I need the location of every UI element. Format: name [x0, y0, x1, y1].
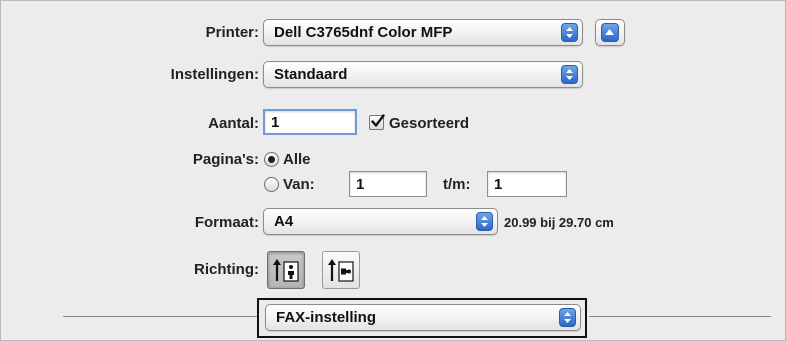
paper-size-popup[interactable]: A4	[263, 208, 498, 235]
popup-arrows-icon	[559, 308, 576, 327]
paper-size-label: Formaat:	[194, 214, 259, 231]
popup-arrows-icon	[561, 65, 578, 84]
pages-to-value: 1	[494, 176, 503, 193]
pages-from-label: Van:	[283, 176, 315, 193]
printer-value: Dell C3765dnf Color MFP	[274, 24, 453, 41]
print-dialog: Printer: Dell C3765dnf Color MFP Instell…	[0, 0, 786, 341]
orientation-label: Richting:	[194, 261, 259, 278]
paper-dimensions: 20.99 bij 29.70 cm	[504, 215, 614, 230]
pages-from-value: 1	[356, 176, 365, 193]
pages-from-radio[interactable]	[264, 177, 279, 192]
pages-all-label: Alle	[283, 151, 311, 168]
popup-arrows-icon	[561, 23, 578, 42]
settings-label: Instellingen:	[170, 66, 259, 83]
copies-value: 1	[271, 114, 280, 131]
pages-from-input[interactable]: 1	[349, 171, 427, 197]
paper-size-value: A4	[274, 213, 294, 230]
portrait-button[interactable]	[267, 251, 305, 289]
separator-left	[63, 316, 259, 317]
collate-label: Gesorteerd	[389, 115, 470, 132]
pages-all-radio[interactable]	[264, 152, 279, 167]
printer-label: Printer:	[205, 24, 259, 41]
portrait-icon	[273, 259, 299, 282]
panel-popup[interactable]: FAX-instelling	[265, 304, 581, 331]
settings-value: Standaard	[274, 66, 348, 83]
landscape-icon	[328, 259, 354, 282]
copies-input[interactable]: 1	[263, 109, 357, 135]
pages-to-label: t/m:	[443, 176, 471, 193]
collate-checkbox[interactable]	[369, 114, 385, 130]
copies-label: Aantal:	[208, 115, 259, 132]
checkmark-icon	[371, 114, 385, 127]
panel-value: FAX-instelling	[276, 309, 377, 326]
printer-popup[interactable]: Dell C3765dnf Color MFP	[263, 19, 583, 46]
settings-popup[interactable]: Standaard	[263, 61, 583, 88]
separator-right	[589, 316, 771, 317]
popup-arrows-icon	[476, 212, 493, 231]
disclosure-triangle-icon	[601, 23, 619, 42]
details-toggle-button[interactable]	[595, 19, 625, 46]
pages-label: Pagina's:	[192, 151, 259, 168]
landscape-button[interactable]	[322, 251, 360, 289]
pages-to-input[interactable]: 1	[487, 171, 567, 197]
